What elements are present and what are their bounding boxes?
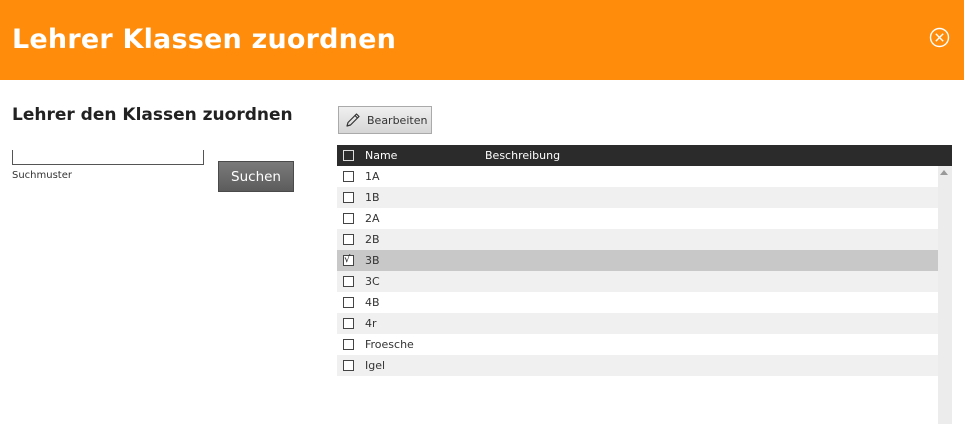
- row-name: 3B: [365, 254, 380, 267]
- grid-body: 1A 1B 2A 2B √ 3B 3C 4B 4r Froesche Igel: [337, 166, 938, 376]
- dialog-header: Lehrer Klassen zuordnen: [0, 0, 964, 80]
- row-name: 1A: [365, 170, 380, 183]
- row-name: 3C: [365, 275, 380, 288]
- row-checkbox[interactable]: [343, 234, 354, 245]
- table-row[interactable]: 1A: [337, 166, 938, 187]
- row-checkbox[interactable]: [343, 171, 354, 182]
- table-row[interactable]: 2A: [337, 208, 938, 229]
- dialog-title: Lehrer Klassen zuordnen: [12, 24, 397, 55]
- row-checkbox[interactable]: [343, 276, 354, 287]
- row-name: Froesche: [365, 338, 414, 351]
- row-checkbox[interactable]: [343, 360, 354, 371]
- vertical-scrollbar[interactable]: [938, 166, 952, 424]
- row-name: Igel: [365, 359, 386, 372]
- row-checkbox[interactable]: [343, 213, 354, 224]
- row-name: 2B: [365, 233, 380, 246]
- column-header-description[interactable]: Beschreibung: [485, 149, 560, 162]
- row-name: 4r: [365, 317, 377, 330]
- row-checkbox[interactable]: [343, 192, 354, 203]
- grid-header: Name Beschreibung: [337, 145, 952, 166]
- row-checkbox[interactable]: [343, 318, 354, 329]
- table-row[interactable]: 3C: [337, 271, 938, 292]
- search-label: Suchmuster: [12, 170, 72, 181]
- checkmark-icon: √: [344, 254, 351, 265]
- pencil-icon: [345, 112, 361, 128]
- close-icon[interactable]: [929, 27, 950, 48]
- table-row[interactable]: 2B: [337, 229, 938, 250]
- row-checkbox[interactable]: [343, 339, 354, 350]
- scroll-up-icon[interactable]: [940, 170, 948, 175]
- search-button[interactable]: Suchen: [218, 161, 294, 192]
- table-row[interactable]: Froesche: [337, 334, 938, 355]
- edit-button[interactable]: Bearbeiten: [338, 106, 432, 134]
- table-row[interactable]: √ 3B: [337, 250, 938, 271]
- row-name: 4B: [365, 296, 380, 309]
- edit-button-label: Bearbeiten: [367, 113, 428, 127]
- row-name: 2A: [365, 212, 380, 225]
- table-row[interactable]: Igel: [337, 355, 938, 376]
- table-row[interactable]: 4r: [337, 313, 938, 334]
- select-all-checkbox[interactable]: [343, 150, 354, 161]
- table-row[interactable]: 4B: [337, 292, 938, 313]
- row-checkbox[interactable]: √: [343, 254, 354, 266]
- search-input[interactable]: [12, 150, 204, 165]
- column-header-name[interactable]: Name: [365, 149, 397, 162]
- row-checkbox[interactable]: [343, 297, 354, 308]
- section-title: Lehrer den Klassen zuordnen: [12, 105, 293, 125]
- table-row[interactable]: 1B: [337, 187, 938, 208]
- row-name: 1B: [365, 191, 380, 204]
